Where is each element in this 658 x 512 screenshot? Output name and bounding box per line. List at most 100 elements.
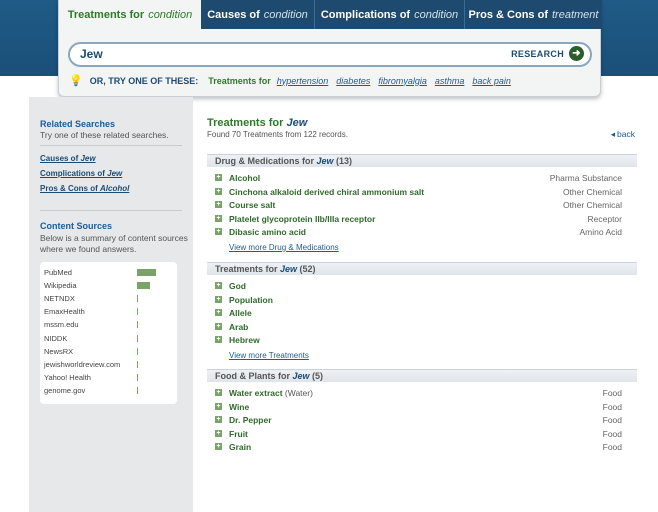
research-label: RESEARCH xyxy=(511,48,564,59)
result-type: Amino Acid xyxy=(579,227,622,238)
related-link-causes[interactable]: Causes of Jew xyxy=(40,154,96,163)
result-item[interactable]: + Allele xyxy=(215,308,622,321)
tab-complications-of[interactable]: Complications of condition xyxy=(315,0,465,29)
result-item[interactable]: + Course salt Other Chemical xyxy=(215,200,622,213)
section-header: Treatments for Jew (52) xyxy=(207,262,637,275)
tab-label: Complications of xyxy=(320,8,411,21)
result-item[interactable]: + Fruit Food xyxy=(215,429,622,442)
divider xyxy=(40,145,182,146)
result-item[interactable]: + Wine Food xyxy=(215,402,622,415)
result-name[interactable]: Cinchona alkaloid derived chiral ammoniu… xyxy=(229,187,424,197)
result-item[interactable]: + Dibasic amino acid Amino Acid xyxy=(215,227,622,240)
result-item[interactable]: + Water extract (Water) Food xyxy=(215,388,622,401)
result-item[interactable]: + God xyxy=(215,281,622,294)
result-item[interactable]: + Arab xyxy=(215,322,622,335)
source-name: jewishworldreview.com xyxy=(44,359,121,369)
result-item[interactable]: + Alcohol Pharma Substance xyxy=(215,173,622,186)
suggestion-for: Treatments for xyxy=(208,75,271,86)
result-name[interactable]: Fruit xyxy=(229,429,248,439)
arrow-right-icon: ➜ xyxy=(569,46,584,61)
plus-icon[interactable]: + xyxy=(215,389,222,396)
suggestion-link-back-pain[interactable]: back pain xyxy=(472,76,511,86)
plus-icon[interactable]: + xyxy=(215,322,222,330)
result-name[interactable]: Population xyxy=(229,295,273,305)
result-name[interactable]: Hebrew xyxy=(229,335,260,345)
research-button[interactable]: RESEARCH ➜ xyxy=(511,46,584,61)
results-count: Found 70 Treatments from 122 records. xyxy=(207,130,348,139)
result-name[interactable]: Water extract (Water) xyxy=(229,388,313,398)
result-name[interactable]: Wine xyxy=(229,402,249,412)
tab-sublabel: treatment xyxy=(551,8,599,21)
source-name: Yahoo! Health xyxy=(44,372,91,382)
section-header: Food & Plants for Jew (5) xyxy=(207,369,637,382)
link-prefix: Pros & Cons of xyxy=(40,184,101,193)
result-item[interactable]: + Hebrew xyxy=(215,335,622,348)
suggestion-link-diabetes[interactable]: diabetes xyxy=(336,76,370,86)
suggestion-link-fibromyalgia[interactable]: fibromyalgia xyxy=(378,76,427,86)
plus-icon[interactable]: + xyxy=(215,228,222,236)
search-input[interactable]: Jew RESEARCH ➜ xyxy=(68,42,592,67)
source-name: EmaxHealth xyxy=(44,307,85,317)
source-bar xyxy=(137,386,138,394)
result-extra: (Water) xyxy=(282,388,313,398)
related-searches-heading: Related Searches xyxy=(40,119,116,129)
link-term: Jew xyxy=(80,154,96,163)
view-more-link[interactable]: View more Drug & Medications xyxy=(229,243,339,252)
tab-sublabel: condition xyxy=(263,8,308,21)
suggestion-link-hypertension[interactable]: hypertension xyxy=(277,76,329,86)
tab-sublabel: condition xyxy=(414,8,459,21)
suggestion-link-asthma[interactable]: asthma xyxy=(435,76,465,86)
source-bar xyxy=(137,282,150,290)
result-name[interactable]: God xyxy=(229,281,246,291)
related-link-complications[interactable]: Complications of Jew xyxy=(40,169,122,178)
plus-icon[interactable]: + xyxy=(215,282,222,289)
result-name[interactable]: Dr. Pepper xyxy=(229,415,272,425)
result-name[interactable]: Grain xyxy=(229,442,251,452)
plus-icon[interactable]: + xyxy=(215,295,222,303)
plus-icon[interactable]: + xyxy=(215,443,222,451)
back-link[interactable]: ◂ back xyxy=(611,129,637,140)
result-type: Receptor xyxy=(587,213,623,224)
result-item[interactable]: + Grain Food xyxy=(215,442,622,455)
plus-icon[interactable]: + xyxy=(215,309,222,317)
result-name[interactable]: Alcohol xyxy=(229,173,260,183)
result-item[interactable]: + Cinchona alkaloid derived chiral ammoni… xyxy=(215,187,622,200)
sidebar: Related Searches Try one of these relate… xyxy=(29,97,193,512)
result-item[interactable]: + Dr. Pepper Food xyxy=(215,415,622,428)
source-name: PubMed xyxy=(44,268,72,277)
result-item[interactable]: + Platelet glycoprotein IIb/IIIa receptor… xyxy=(215,214,622,227)
result-type: Food xyxy=(602,428,622,439)
plus-icon[interactable]: + xyxy=(215,429,222,437)
related-link-pros-cons[interactable]: Pros & Cons of Alcohol xyxy=(40,184,129,193)
search-query[interactable]: Jew xyxy=(80,47,103,61)
tab-treatments-for[interactable]: Treatments for condition xyxy=(59,0,201,29)
source-bar xyxy=(137,360,138,368)
plus-icon[interactable]: + xyxy=(215,214,222,222)
plus-icon[interactable]: + xyxy=(215,402,222,410)
source-bar xyxy=(137,321,138,329)
result-name[interactable]: Platelet glycoprotein IIb/IIIa receptor xyxy=(229,214,375,224)
plus-icon[interactable]: + xyxy=(215,336,222,344)
result-name[interactable]: Arab xyxy=(229,322,248,332)
plus-icon[interactable]: + xyxy=(215,201,222,209)
section-count: (52) xyxy=(297,264,316,274)
plus-icon[interactable]: + xyxy=(215,187,222,195)
search-tabs: Treatments for condition Causes of conditi… xyxy=(59,0,602,29)
plus-icon[interactable]: + xyxy=(215,174,222,181)
tab-pros-cons-of[interactable]: Pros & Cons of treatment xyxy=(465,0,602,29)
result-type: Food xyxy=(602,388,622,398)
tab-causes-of[interactable]: Causes of condition xyxy=(201,0,315,29)
result-name[interactable]: Dibasic amino acid xyxy=(229,227,306,237)
result-name[interactable]: Course salt xyxy=(229,200,275,210)
source-bar xyxy=(137,334,138,342)
tab-label: Causes of xyxy=(207,8,260,21)
view-more-link[interactable]: View more Treatments xyxy=(229,351,309,360)
result-item[interactable]: + Population xyxy=(215,295,622,308)
chevron-left-icon: ◂ xyxy=(610,129,616,139)
plus-icon[interactable]: + xyxy=(215,416,222,424)
source-bar xyxy=(137,347,138,355)
section-term: Jew xyxy=(292,371,310,381)
section-heading: Treatments for xyxy=(215,264,281,274)
result-name[interactable]: Allele xyxy=(229,308,252,318)
source-name: NIDDK xyxy=(44,333,68,343)
